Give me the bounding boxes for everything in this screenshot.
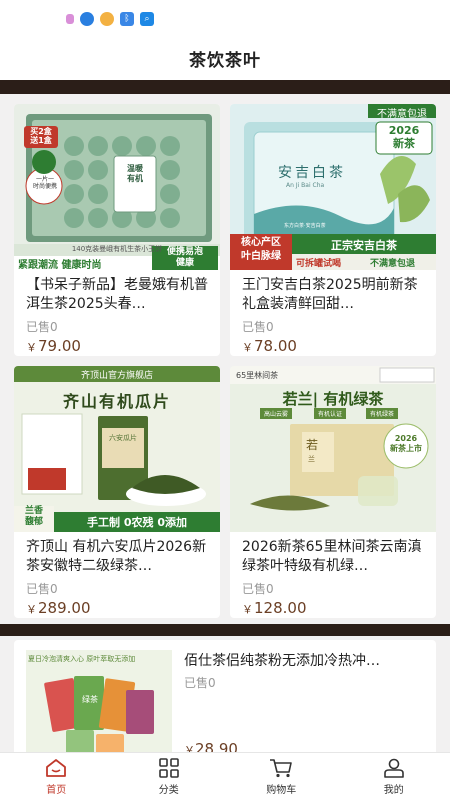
product-title[interactable]: 【书呆子新品】老曼娥有机普洱生茶2025头春… [14, 270, 220, 316]
tag-sub2: 有机认证 [314, 408, 347, 419]
product-price: ￥128.00 [230, 597, 436, 617]
tag-sub1: 高山云雾 [260, 408, 293, 419]
bottom-tag-b: 不满意包退 [370, 259, 416, 269]
round-badge: 一片一 时尚便携 [32, 176, 57, 190]
sold-count: 已售0 [26, 320, 58, 334]
product-card[interactable]: 买2盒 送1盒 一片一 时尚便携 温暖 有机 140克装曼峨有机生茶小玉饼 紧跟… [14, 104, 220, 356]
box-small-text: 东方白茶·安吉白茶 [284, 223, 326, 229]
year-tag: 2026 新茶 [388, 124, 420, 150]
sold-count: 已售0 [242, 582, 274, 596]
cart-icon [270, 758, 293, 777]
weather-app-icon [100, 12, 114, 26]
product-title[interactable]: 2026新茶65里林间茶云南滇绿茶叶特级有机绿… [230, 532, 436, 578]
box-script: 安吉白茶 [278, 165, 346, 181]
price-value: 79.00 [38, 337, 81, 355]
page-title: 茶饮茶叶 [189, 50, 261, 71]
product-title[interactable]: 王门安吉白茶2025明前新茶 礼盒装清鲜回甜… [230, 270, 436, 316]
sold-count: 已售0 [26, 582, 58, 596]
banner-left: 紧跟潮流 健康时尚 [18, 260, 102, 270]
bluetooth-icon: ᛒ [120, 12, 134, 26]
brand-name: 65里林间茶 [236, 371, 279, 380]
product-card[interactable]: 齐顶山官方旗舰店 齐山有机瓜片 六安瓜片 兰香 馥郁 手工制 0农残 0添加 齐… [14, 366, 220, 618]
top-tag: 不满意包退 [377, 109, 427, 120]
banner-divider [0, 80, 450, 94]
box-char: 若 [306, 438, 319, 452]
tab-category[interactable]: 分类 [113, 753, 226, 800]
tab-cart[interactable]: 购物车 [225, 753, 338, 800]
store-name: 齐顶山官方旗舰店 [80, 371, 153, 381]
tag-sub3: 有机绿茶 [366, 408, 399, 419]
product-card[interactable]: 65里林间茶 若兰| 有机绿茶 高山云雾 有机认证 有机绿茶 若 兰 2026 … [230, 366, 436, 618]
product-price: ￥78.00 [230, 335, 436, 355]
tab-profile[interactable]: 我的 [338, 753, 450, 800]
side-tag: 兰香 馥郁 [24, 506, 43, 527]
image-slogan: 夏日冷泡清爽入心 原叶萃取无添加 [28, 655, 136, 663]
category-grid-icon [158, 757, 179, 778]
product-image[interactable]: 65里林间茶 若兰| 有机绿茶 高山云雾 有机认证 有机绿茶 若 兰 2026 … [230, 366, 436, 532]
box-label: 温暖 有机 [127, 164, 143, 183]
product-title[interactable]: 佰仕茶侣纯茶粉无添加冷热冲… [184, 650, 424, 670]
price-value: 128.00 [254, 599, 307, 617]
notification-icon [66, 14, 74, 24]
status-icons: ᛒ ⌕ [66, 12, 154, 26]
left-tag: 核心产区 叶白脉绿 [241, 237, 281, 262]
product-title[interactable]: 齐顶山 有机六安瓜片2026新茶安徽特二级绿茶… [14, 532, 220, 578]
product-image[interactable]: 不满意包退 2026 新茶 安吉白茶 An Ji Bai Cha 东方白茶·安吉… [230, 104, 436, 270]
tab-label: 分类 [158, 784, 179, 796]
tin-label: 六安瓜片 [109, 434, 137, 442]
image-headline: 齐山有机瓜片 [62, 392, 171, 411]
status-bar: ᛒ ⌕ [0, 0, 450, 36]
shield-app-icon [80, 12, 94, 26]
product-price: ￥289.00 [14, 597, 220, 617]
product-image[interactable]: 买2盒 送1盒 一片一 时尚便携 温暖 有机 140克装曼峨有机生茶小玉饼 紧跟… [14, 104, 220, 270]
image-headline: 若兰| 有机绿茶 [282, 390, 384, 408]
sold-count: 已售0 [242, 320, 274, 334]
tab-home[interactable]: 首页 [0, 753, 113, 800]
product-list: 夏日冷泡清爽入心 原叶萃取无添加 绿茶 佰仕茶侣纯茶粉无添加冷热冲… 已售0 ￥… [0, 636, 450, 780]
price-value: 78.00 [254, 337, 297, 355]
product-card[interactable]: 不满意包退 2026 新茶 安吉白茶 An Ji Bai Cha 东方白茶·安吉… [230, 104, 436, 356]
tab-label: 购物车 [266, 784, 297, 796]
currency-symbol: ￥ [26, 603, 37, 616]
right-tag: 正宗安吉白茶 [331, 239, 397, 252]
bottom-banner: 手工制 0农残 0添加 [87, 516, 187, 529]
product-grid: 买2盒 送1盒 一片一 时尚便携 温暖 有机 140克装曼峨有机生茶小玉饼 紧跟… [0, 94, 450, 624]
currency-symbol: ￥ [242, 603, 253, 616]
search-app-icon: ⌕ [140, 12, 154, 26]
promo-badge: 买2盒 送1盒 [30, 127, 52, 145]
bottom-tab-bar: 首页 分类 购物车 我的 [0, 752, 450, 800]
page-header: 茶饮茶叶 [0, 36, 450, 80]
tab-label: 首页 [46, 784, 67, 796]
banner-right: 便携易泡 健康 [166, 247, 203, 268]
profile-icon [383, 758, 404, 778]
currency-symbol: ￥ [242, 341, 253, 354]
package-label: 绿茶 [82, 695, 98, 704]
box-pinyin: An Ji Bai Cha [286, 182, 325, 189]
sold-count: 已售0 [184, 676, 216, 690]
year-tag: 2026 新茶上市 [390, 434, 422, 453]
tab-label: 我的 [383, 784, 404, 796]
box-char-2: 兰 [308, 455, 315, 463]
bottom-tag-a: 可拆罐试喝 [296, 259, 342, 269]
product-image[interactable]: 齐顶山官方旗舰店 齐山有机瓜片 六安瓜片 兰香 馥郁 手工制 0农残 0添加 [14, 366, 220, 532]
product-price: ￥79.00 [14, 335, 220, 355]
price-value: 289.00 [38, 599, 91, 617]
currency-symbol: ￥ [26, 341, 37, 354]
section-divider [0, 624, 450, 636]
home-icon [46, 758, 67, 777]
